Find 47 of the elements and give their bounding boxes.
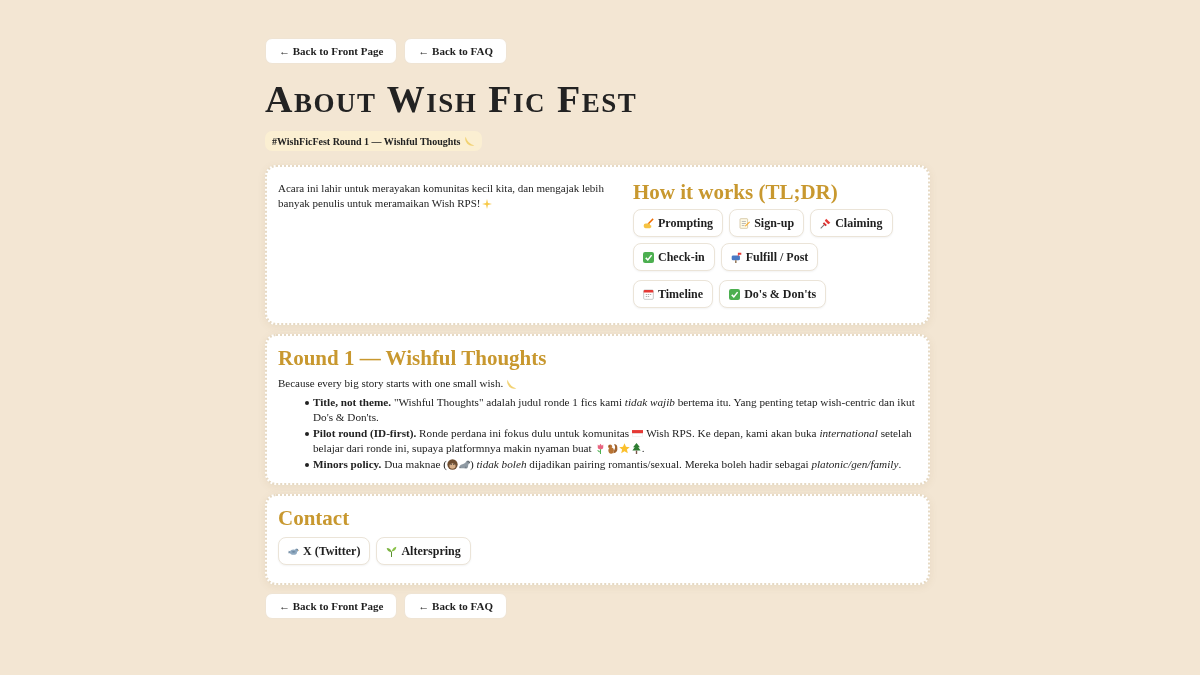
link-chip[interactable]: Timeline <box>633 280 714 308</box>
bullet-text: . <box>641 441 645 456</box>
check-mark-icon <box>643 251 654 263</box>
link-chip[interactable]: Alterspring <box>376 537 471 565</box>
bullet-text: belajar dari ronde ini, supaya platformnya makin nyaman buat <box>313 441 592 456</box>
monkey-face-icon <box>446 459 458 470</box>
subtitle-text: Because every big story starts with one small wish. <box>278 376 504 391</box>
crescent-moon-icon <box>507 378 518 389</box>
link-chip[interactable]: Check-in <box>633 243 715 271</box>
mailbox-icon <box>730 251 742 263</box>
section-heading: Contact <box>278 505 350 531</box>
tag-text: #WishFicFest Round 1 — Wishful Thoughts <box>272 134 461 149</box>
tree-icon <box>630 443 642 454</box>
section-heading: How it works (TL;DR) <box>633 179 838 205</box>
star-icon <box>618 443 630 454</box>
bullet-text: Pilot round (ID-first). Ronde perdana ini fokus dulu untuk komunitas <box>313 426 630 441</box>
link-chip[interactable]: Do's & Don'ts <box>719 280 827 308</box>
link-chip[interactable]: Sign-up <box>729 209 805 237</box>
back-button[interactable]: ← Back to Front Page <box>265 593 398 619</box>
bullet-text: Wish RPS. Ke depan, kami akan buka international setelah <box>646 426 912 441</box>
link-chip[interactable]: Claiming <box>810 209 893 237</box>
calendar-icon <box>643 288 654 300</box>
page-title: About Wish Fic Fest <box>265 77 638 121</box>
bird-icon <box>288 545 299 557</box>
section-heading: Round 1 — Wishful Thoughts <box>278 345 547 371</box>
check-mark-icon <box>729 288 741 300</box>
sparkle-icon <box>481 198 492 209</box>
memo-icon <box>739 217 751 229</box>
squirrel-icon <box>606 443 618 454</box>
crescent-moon-icon <box>464 136 475 146</box>
back-button[interactable]: ← Back to Front Page <box>265 38 398 64</box>
writing-hand-icon <box>643 217 654 229</box>
tulip-icon <box>594 443 606 454</box>
pushpin-icon <box>820 217 832 229</box>
back-button[interactable]: ← Back to FAQ <box>404 593 507 619</box>
intro-text: banyak penulis untuk meramaikan Wish RPS! <box>278 196 481 211</box>
bullet-text: Title, not theme. "Wishful Thoughts" adalah judul ronde 1 fics kami tidak wajib bertema itu. Yang penting tetap wish-centric dan ikut Do's & Don'ts. <box>313 395 915 425</box>
bullet-text: ) tidak boleh dijadikan pairing romantis/sexual. Mereka boleh hadir sebagai platonic/gen/family. <box>469 457 902 472</box>
sprout-icon <box>386 545 398 557</box>
back-button[interactable]: ← Back to FAQ <box>404 38 507 64</box>
intro-text: Acara ini lahir untuk merayakan komunitas kecil kita, dan mengajak lebih <box>278 181 604 196</box>
link-chip[interactable]: Fulfill / Post <box>720 243 819 271</box>
link-chip[interactable]: X (Twitter) <box>278 537 371 565</box>
bullet-text: Minors policy. Dua maknae ( <box>313 457 447 472</box>
flag-icon <box>632 428 644 439</box>
seal-icon <box>458 459 470 470</box>
link-chip[interactable]: Prompting <box>633 209 724 237</box>
